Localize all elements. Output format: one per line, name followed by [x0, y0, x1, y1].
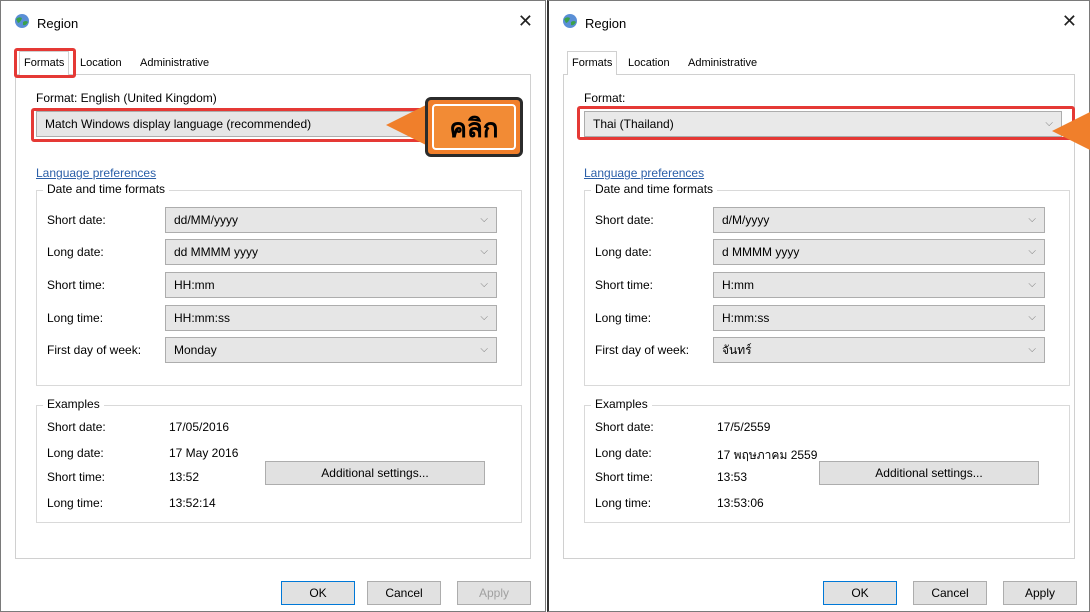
tab-administrative[interactable]: Administrative [685, 55, 760, 71]
format-label: Format: [584, 91, 626, 105]
cancel-button[interactable]: Cancel [367, 581, 441, 605]
callout-arrow [386, 105, 426, 145]
example-label: Long time: [595, 496, 652, 510]
long-date-dropdown[interactable]: d MMMM yyyy ⌵ [713, 239, 1045, 265]
example-label: Long date: [47, 446, 104, 460]
tab-strip: Formats Location Administrative [563, 51, 1075, 76]
apply-button[interactable]: Apply [1003, 581, 1077, 605]
chevron-down-icon: ⌵ [1028, 312, 1036, 323]
ok-button[interactable]: OK [281, 581, 355, 605]
first-day-dropdown[interactable]: จันทร์ ⌵ [713, 337, 1045, 363]
callout-arrow [1052, 111, 1090, 151]
ok-button[interactable]: OK [823, 581, 897, 605]
example-value: 13:53:06 [717, 496, 764, 510]
example-label: Short date: [47, 420, 106, 434]
tab-location[interactable]: Location [77, 55, 125, 71]
first-day-value: Monday [174, 343, 217, 357]
long-time-dropdown[interactable]: HH:mm:ss ⌵ [165, 305, 497, 331]
window-title: Region [585, 16, 627, 31]
first-day-label: First day of week: [595, 343, 690, 357]
long-date-value: dd MMMM yyyy [174, 245, 258, 259]
long-time-value: H:mm:ss [722, 311, 770, 325]
tab-location[interactable]: Location [625, 55, 673, 71]
chevron-down-icon: ⌵ [480, 214, 488, 225]
example-value: 17 May 2016 [169, 446, 239, 460]
group-title: Examples [43, 397, 104, 411]
date-time-formats-group: Date and time formats Short date: dd/MM/… [36, 182, 522, 386]
example-value: 17/05/2016 [169, 420, 230, 434]
long-time-value: HH:mm:ss [174, 311, 230, 325]
short-date-label: Short date: [47, 213, 106, 227]
short-date-value: dd/MM/yyyy [174, 213, 239, 227]
long-date-label: Long date: [47, 245, 104, 259]
chevron-down-icon: ⌵ [1028, 279, 1036, 290]
long-date-label: Long date: [595, 245, 652, 259]
chevron-down-icon: ⌵ [480, 246, 488, 257]
short-date-value: d/M/yyyy [722, 213, 770, 227]
short-date-label: Short date: [595, 213, 654, 227]
short-time-label: Short time: [595, 278, 654, 292]
language-preferences-link[interactable]: Language preferences [584, 166, 704, 180]
callout-label: คลิก [432, 104, 516, 150]
long-time-dropdown[interactable]: H:mm:ss ⌵ [713, 305, 1045, 331]
region-dialog-right: Region ✕ Formats Location Administrative… [547, 0, 1090, 612]
long-date-dropdown[interactable]: dd MMMM yyyy ⌵ [165, 239, 497, 265]
long-date-value: d MMMM yyyy [722, 245, 800, 259]
tab-formats[interactable]: Formats [567, 51, 618, 76]
short-time-dropdown[interactable]: H:mm ⌵ [713, 272, 1045, 298]
globe-region-icon [15, 14, 29, 28]
long-time-label: Long time: [47, 311, 104, 325]
example-label: Short time: [595, 470, 654, 484]
chevron-down-icon: ⌵ [1028, 344, 1036, 355]
group-title: Date and time formats [43, 182, 170, 196]
additional-settings-button[interactable]: Additional settings... [265, 461, 485, 485]
example-value: 17 พฤษภาคม 2559 [717, 448, 818, 462]
close-icon[interactable]: ✕ [518, 11, 533, 32]
tab-strip: Formats Location Administrative [15, 51, 531, 76]
group-title: Date and time formats [591, 182, 718, 196]
language-preferences-link[interactable]: Language preferences [36, 166, 156, 180]
short-time-value: H:mm [722, 278, 754, 292]
cancel-button[interactable]: Cancel [913, 581, 987, 605]
chevron-down-icon: ⌵ [1028, 214, 1036, 225]
format-dropdown-highlight [31, 108, 427, 142]
window-title: Region [37, 16, 79, 31]
example-value: 17/5/2559 [717, 420, 771, 434]
first-day-value: จันทร์ [722, 343, 752, 357]
example-value: 13:53 [717, 470, 748, 484]
click-callout: คลิก [425, 97, 523, 157]
format-dropdown-highlight [577, 106, 1075, 140]
example-label: Long time: [47, 496, 104, 510]
region-dialog-left: Region ✕ Formats Location Administrative… [0, 0, 546, 612]
close-icon[interactable]: ✕ [1062, 11, 1077, 32]
group-title: Examples [591, 397, 652, 411]
date-time-formats-group: Date and time formats Short date: d/M/yy… [584, 182, 1070, 386]
title-bar: Region ✕ [549, 1, 1089, 45]
globe-region-icon [563, 14, 577, 28]
short-date-dropdown[interactable]: d/M/yyyy ⌵ [713, 207, 1045, 233]
short-time-value: HH:mm [174, 278, 215, 292]
title-bar: Region ✕ [1, 1, 545, 45]
additional-settings-button[interactable]: Additional settings... [819, 461, 1039, 485]
formats-panel: Format: Thai (Thailand) ⌵ Language prefe… [563, 75, 1075, 559]
short-time-dropdown[interactable]: HH:mm ⌵ [165, 272, 497, 298]
first-day-label: First day of week: [47, 343, 142, 357]
short-time-label: Short time: [47, 278, 106, 292]
first-day-dropdown[interactable]: Monday ⌵ [165, 337, 497, 363]
example-label: Short date: [595, 420, 654, 434]
tab-administrative[interactable]: Administrative [137, 55, 212, 71]
example-label: Short time: [47, 470, 106, 484]
short-date-dropdown[interactable]: dd/MM/yyyy ⌵ [165, 207, 497, 233]
apply-button[interactable]: Apply [457, 581, 531, 605]
chevron-down-icon: ⌵ [1028, 246, 1036, 257]
format-label: Format: English (United Kingdom) [36, 91, 217, 105]
chevron-down-icon: ⌵ [480, 279, 488, 290]
long-time-label: Long time: [595, 311, 652, 325]
chevron-down-icon: ⌵ [480, 312, 488, 323]
example-label: Long date: [595, 446, 652, 460]
example-value: 13:52 [169, 470, 200, 484]
formats-tab-highlight [14, 48, 76, 78]
chevron-down-icon: ⌵ [480, 344, 488, 355]
example-value: 13:52:14 [169, 496, 216, 510]
